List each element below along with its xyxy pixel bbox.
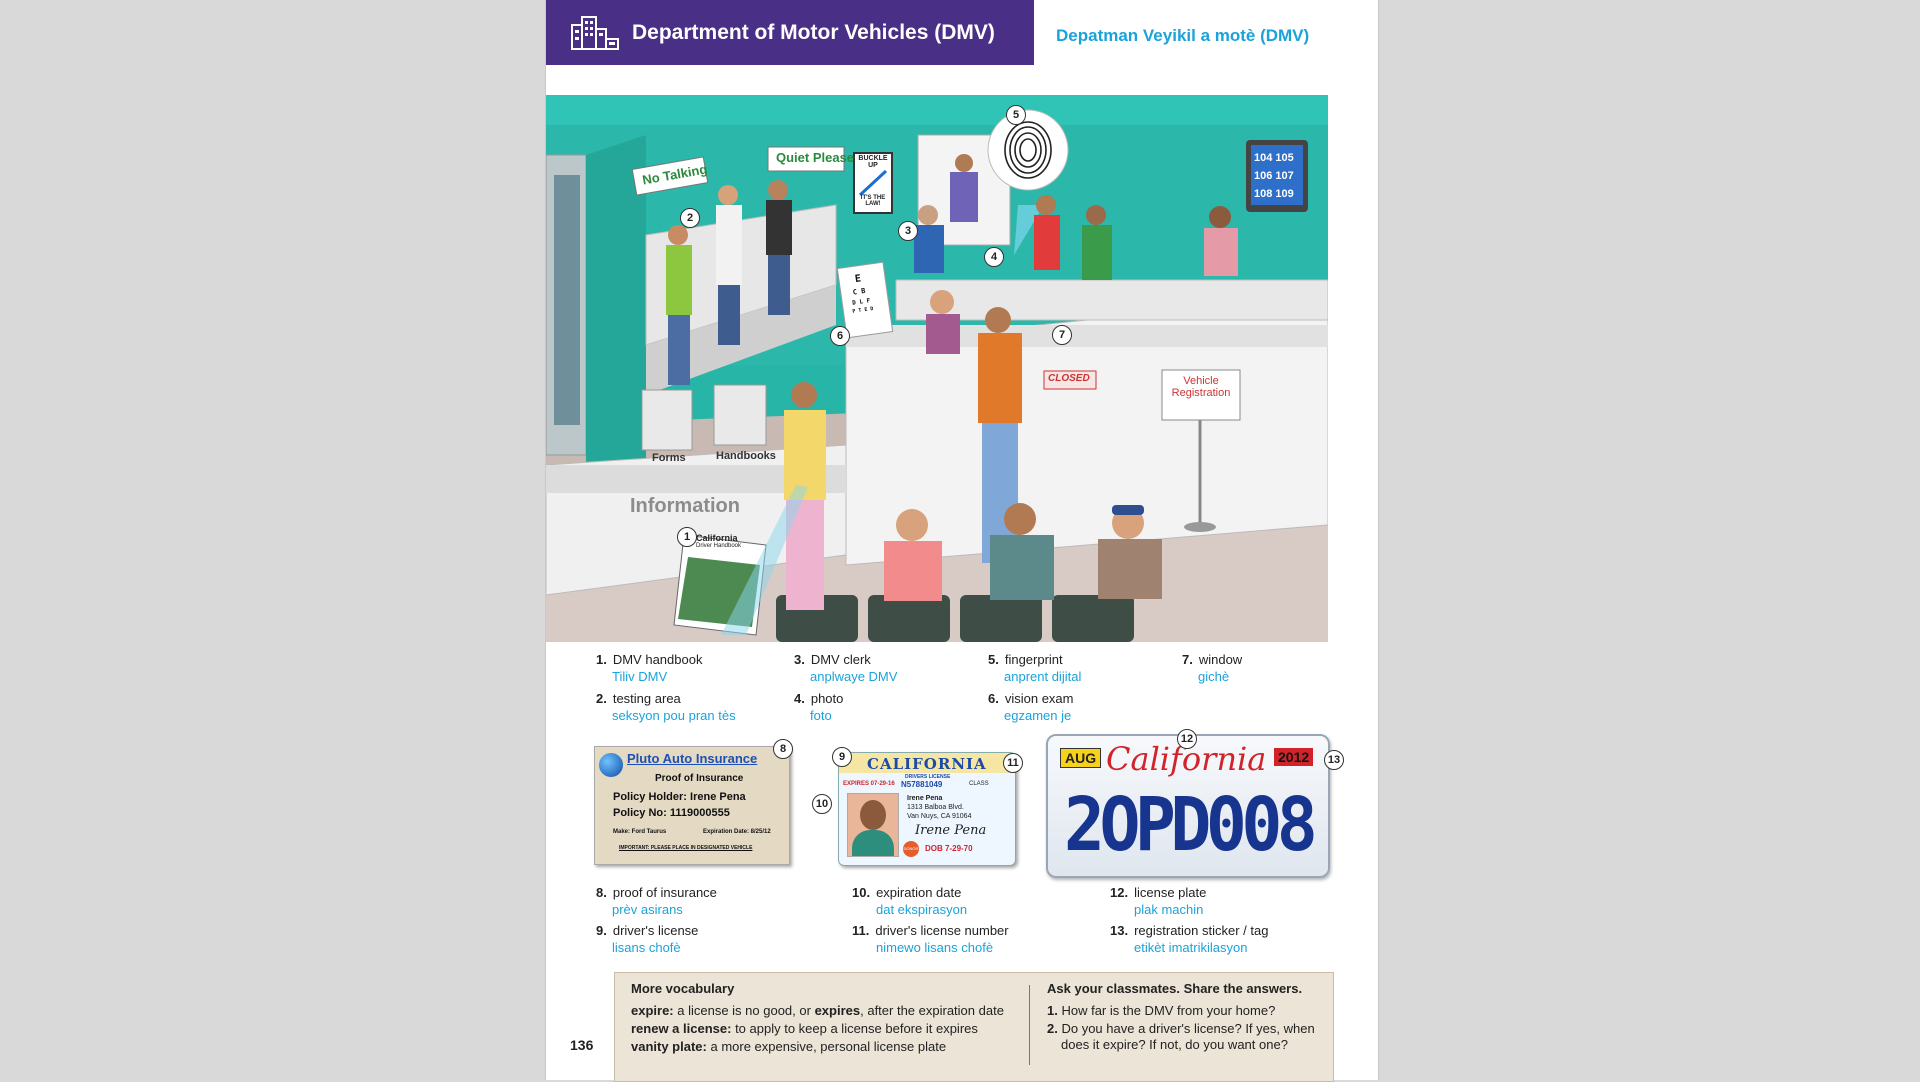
vocab-item-5: 5. fingerprint anprent dijital xyxy=(988,652,1082,684)
vocab-item-8: 8. proof of insurance prèv asirans xyxy=(596,885,717,917)
more-vocab-title: More vocabulary xyxy=(631,981,735,996)
callout-9: 9 xyxy=(832,747,852,767)
license-signature: Irene Pena xyxy=(915,823,987,838)
callout-4: 4 xyxy=(984,247,1004,267)
vocab-item-7: 7. window gichè xyxy=(1182,652,1243,684)
sign-registration: Registration xyxy=(1171,387,1231,399)
plate-year-sticker: 2012 xyxy=(1274,748,1314,766)
building-icon xyxy=(571,15,619,50)
insurance-make: Make: Ford Taurus xyxy=(613,829,667,835)
vocab-item-11: 11. driver's license number nimewo lisans… xyxy=(852,923,1009,955)
more-vocab-line-3: vanity plate: a more expensive, personal… xyxy=(631,1039,947,1054)
handbook-cover-subtitle: Driver Handbook xyxy=(696,543,742,549)
callout-7: 7 xyxy=(1052,325,1072,345)
dmv-scene-illustration: EC BD L FP T E D No Talking Quiet Please… xyxy=(546,95,1328,642)
sign-quiet-please: Quiet Please xyxy=(776,150,855,165)
more-vocabulary-box: More vocabulary expire: a license is no … xyxy=(614,972,1334,1082)
callout-13: 13 xyxy=(1324,750,1344,770)
vocab-item-3: 3. DMV clerk anplwaye DMV xyxy=(794,652,898,684)
box-divider xyxy=(1029,985,1030,1065)
callout-8: 8 xyxy=(773,739,793,759)
drivers-license-card: CALIFORNIA DRIVERS LICENSE EXPIRES 07-29… xyxy=(838,752,1016,866)
vocab-item-9: 9. driver's license lisans chofè xyxy=(596,923,699,955)
license-address-2: Van Nuys, CA 91064 xyxy=(907,813,972,820)
plate-month-sticker: AUG xyxy=(1060,748,1102,768)
license-dob: DOB 7-29-70 xyxy=(925,844,973,853)
vocab-item-6: 6. vision exam egzamen je xyxy=(988,691,1074,723)
more-vocab-line-2: renew a license: to apply to keep a lice… xyxy=(631,1021,978,1036)
callout-3: 3 xyxy=(898,221,918,241)
insurance-title: Proof of Insurance xyxy=(655,773,744,784)
callout-2: 2 xyxy=(680,208,700,228)
license-address-1: 1313 Balboa Blvd. xyxy=(907,804,964,811)
label-handbooks: Handbooks xyxy=(716,450,776,462)
insurance-expiration: Expiration Date: 8/25/12 xyxy=(703,829,771,835)
vocab-item-12: 12. license plate plak machin xyxy=(1110,885,1207,917)
callout-1: 1 xyxy=(677,527,697,547)
license-plate: AUG California 2012 2OPD008 xyxy=(1046,734,1330,878)
license-expires: EXPIRES 07-29-16 xyxy=(843,781,895,787)
callout-6: 6 xyxy=(830,326,850,346)
license-photo xyxy=(847,793,899,857)
callout-12: 12 xyxy=(1177,729,1197,749)
callout-5: 5 xyxy=(1006,105,1026,125)
callout-11: 11 xyxy=(1003,753,1023,773)
license-class: CLASS xyxy=(969,781,989,787)
insurance-policy-no: Policy No: 1119000555 xyxy=(613,807,730,819)
vocab-item-4: 4. photo foto xyxy=(794,691,844,723)
label-information: Information xyxy=(630,495,740,517)
textbook-page: Department of Motor Vehicles (DMV) Depat… xyxy=(545,0,1379,1082)
insurance-notice: IMPORTANT: PLEASE PLACE IN DESIGNATED VE… xyxy=(619,845,753,851)
insurance-card: Pluto Auto Insurance Proof of Insurance … xyxy=(594,746,790,865)
sign-buckle-up: BUCKLE UP xyxy=(858,155,888,169)
queue-screen: 104 105 106 107 108 109 xyxy=(1254,152,1294,200)
page-number: 136 xyxy=(570,1037,594,1053)
sign-vehicle: Vehicle xyxy=(1183,375,1219,387)
callout-10: 10 xyxy=(812,794,832,814)
more-vocab-line-1: expire: a license is no good, or expires… xyxy=(631,1003,1004,1018)
license-state: CALIFORNIA xyxy=(867,755,987,773)
sign-closed: CLOSED xyxy=(1048,373,1090,384)
license-name: Irene Pena xyxy=(907,795,943,802)
vocab-item-2: 2. testing area seksyon pou pran tès xyxy=(596,691,736,723)
vocab-item-10: 10. expiration date dat ekspirasyon xyxy=(852,885,968,917)
ask-question-2: 2. Do you have a driver's license? If ye… xyxy=(1047,1021,1315,1036)
sign-its-the-law: IT'S THE LAW! xyxy=(860,195,886,207)
vocab-item-13: 13. registration sticker / tag etikèt ima… xyxy=(1110,923,1269,955)
label-forms: Forms xyxy=(652,452,686,464)
page-title: Department of Motor Vehicles (DMV) xyxy=(632,20,995,44)
ask-question-2-cont: does it expire? If not, do you want one? xyxy=(1061,1037,1288,1052)
page-title-translation: Depatman Veyikil a motè (DMV) xyxy=(1056,26,1310,45)
vocab-item-1: 1. DMV handbook Tiliv DMV xyxy=(596,652,703,684)
insurance-holder: Policy Holder: Irene Pena xyxy=(613,791,746,803)
license-number: N57881049 xyxy=(901,780,943,789)
header-bar: Department of Motor Vehicles (DMV) xyxy=(546,0,1034,65)
plate-number: 2OPD008 xyxy=(1064,782,1318,868)
globe-icon xyxy=(599,753,623,777)
donor-badge: DONOR xyxy=(903,841,919,857)
ask-question-1: 1. How far is the DMV from your home? xyxy=(1047,1003,1276,1018)
ask-title: Ask your classmates. Share the answers. xyxy=(1047,981,1303,996)
insurance-company: Pluto Auto Insurance xyxy=(627,751,758,766)
handbook-cover-title: California xyxy=(696,533,738,543)
